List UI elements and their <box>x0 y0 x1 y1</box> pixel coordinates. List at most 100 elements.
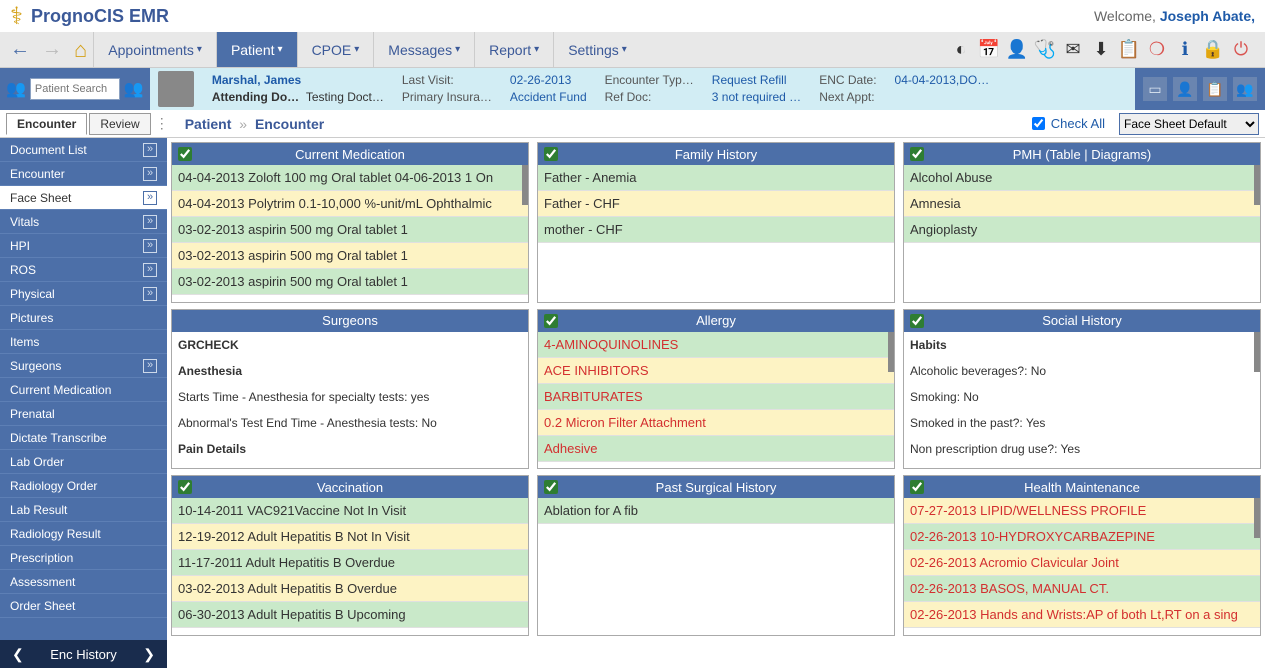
nav-forward-icon[interactable]: → <box>38 36 66 64</box>
pb-icon-1[interactable]: ▭ <box>1143 77 1167 101</box>
data-row[interactable]: GRCHECK <box>172 332 528 358</box>
nav-appointments[interactable]: Appointments▾ <box>93 32 216 67</box>
sidebar-item-items[interactable]: Items <box>0 330 167 354</box>
data-row[interactable]: 03-02-2013 aspirin 500 mg Oral tablet 1 <box>172 217 528 243</box>
sidebar-item-current-medication[interactable]: Current Medication <box>0 378 167 402</box>
scrollbar[interactable] <box>1254 165 1260 205</box>
sidebar-item-prenatal[interactable]: Prenatal <box>0 402 167 426</box>
data-row[interactable]: 07-27-2013 LIPID/WELLNESS PROFILE <box>904 498 1260 524</box>
clipboard-icon[interactable]: 📋 <box>1117 38 1141 62</box>
power-icon[interactable]: ⏻ <box>1229 38 1253 62</box>
patient-search-icon[interactable]: 👥 <box>124 79 144 99</box>
panel-checkbox[interactable] <box>178 480 192 494</box>
data-row[interactable]: Habits <box>904 332 1260 358</box>
sidebar-item-document-list[interactable]: Document List» <box>0 138 167 162</box>
nav-back-icon[interactable]: ← <box>6 36 34 64</box>
tab-review[interactable]: Review <box>89 113 150 135</box>
nav-settings[interactable]: Settings▾ <box>553 32 641 67</box>
panel-checkbox[interactable] <box>544 147 558 161</box>
sidebar-item-radiology-order[interactable]: Radiology Order <box>0 474 167 498</box>
data-row[interactable]: Abnormal's Test End Time - Anesthesia te… <box>172 410 528 436</box>
data-row[interactable]: 02-26-2013 10-HYDROXYCARBAZEPINE <box>904 524 1260 550</box>
sidebar-item-face-sheet[interactable]: Face Sheet» <box>0 186 167 210</box>
sidebar-item-pictures[interactable]: Pictures <box>0 306 167 330</box>
tab-encounter[interactable]: Encounter <box>6 113 87 135</box>
sidebar-item-physical[interactable]: Physical» <box>0 282 167 306</box>
sidebar-item-assessment[interactable]: Assessment <box>0 570 167 594</box>
data-row[interactable]: Smoking: No <box>904 384 1260 410</box>
mail-icon[interactable]: ✉ <box>1061 38 1085 62</box>
data-row[interactable]: 03-02-2013 aspirin 500 mg Oral tablet 1 <box>172 269 528 295</box>
data-row[interactable]: 10-14-2011 VAC921Vaccine Not In Visit <box>172 498 528 524</box>
info-icon[interactable]: ℹ <box>1173 38 1197 62</box>
data-row[interactable]: 03-02-2013 Adult Hepatitis B Overdue <box>172 576 528 602</box>
scrollbar[interactable] <box>888 332 894 372</box>
enc-history-bar[interactable]: ❮ Enc History ❯ <box>0 640 167 668</box>
lock-icon[interactable]: 🔒 <box>1201 38 1225 62</box>
data-row[interactable]: 02-26-2013 Acromio Clavicular Joint <box>904 550 1260 576</box>
sidebar-item-surgeons[interactable]: Surgeons» <box>0 354 167 378</box>
dashboard-icon[interactable]: ◐ <box>949 38 973 62</box>
data-row[interactable]: Angioplasty <box>904 217 1260 243</box>
pb-icon-4[interactable]: 👥 <box>1233 77 1257 101</box>
sidebar-item-hpi[interactable]: HPI» <box>0 234 167 258</box>
chevron-left-icon[interactable]: ❮ <box>12 646 24 663</box>
data-row[interactable]: Alcohol Abuse <box>904 165 1260 191</box>
download-icon[interactable]: ⬇ <box>1089 38 1113 62</box>
scrollbar[interactable] <box>1254 332 1260 372</box>
data-row[interactable]: 11-17-2011 Adult Hepatitis B Overdue <box>172 550 528 576</box>
scrollbar[interactable] <box>522 165 528 205</box>
sidebar-item-dictate-transcribe[interactable]: Dictate Transcribe <box>0 426 167 450</box>
check-all-checkbox[interactable] <box>1032 117 1045 130</box>
data-row[interactable]: Ablation for A fib <box>538 498 894 524</box>
patient-search-input[interactable] <box>30 78 120 100</box>
nav-patient[interactable]: Patient▾ <box>216 32 297 67</box>
pb-icon-3[interactable]: 📋 <box>1203 77 1227 101</box>
sidebar-item-lab-order[interactable]: Lab Order <box>0 450 167 474</box>
data-row[interactable]: ACE INHIBITORS <box>538 358 894 384</box>
panel-checkbox[interactable] <box>178 147 192 161</box>
data-row[interactable]: 04-04-2013 Polytrim 0.1-10,000 %-unit/mL… <box>172 191 528 217</box>
panel-checkbox[interactable] <box>544 480 558 494</box>
pb-icon-2[interactable]: 👤 <box>1173 77 1197 101</box>
patient-name[interactable]: Marshal, James <box>212 72 384 89</box>
sidebar-item-ros[interactable]: ROS» <box>0 258 167 282</box>
sidebar-item-order-sheet[interactable]: Order Sheet <box>0 594 167 618</box>
stethoscope-icon[interactable]: 🩺 <box>1033 38 1057 62</box>
patient-list-icon[interactable]: 👥 <box>6 79 26 99</box>
sidebar-item-vitals[interactable]: Vitals» <box>0 210 167 234</box>
sidebar-item-prescription[interactable]: Prescription <box>0 546 167 570</box>
data-row[interactable]: 02-26-2013 BASOS, MANUAL CT. <box>904 576 1260 602</box>
facesheet-select[interactable]: Face Sheet Default <box>1119 113 1259 135</box>
nav-cpoe[interactable]: CPOE▾ <box>297 32 374 67</box>
data-row[interactable]: Starts Time - Anesthesia for specialty t… <box>172 384 528 410</box>
data-row[interactable]: Pain Details <box>172 436 528 462</box>
panel-checkbox[interactable] <box>544 314 558 328</box>
patient-avatar[interactable] <box>158 71 194 107</box>
scrollbar[interactable] <box>1254 498 1260 538</box>
data-row[interactable]: 06-30-2013 Adult Hepatitis B Upcoming <box>172 602 528 628</box>
data-row[interactable]: Father - Anemia <box>538 165 894 191</box>
data-row[interactable]: 4-AMINOQUINOLINES <box>538 332 894 358</box>
sidebar-item-radiology-result[interactable]: Radiology Result <box>0 522 167 546</box>
home-icon[interactable]: ⌂ <box>74 37 87 63</box>
person-icon[interactable]: 👤 <box>1005 38 1029 62</box>
data-row[interactable]: Non prescription drug use?: Yes <box>904 436 1260 462</box>
data-row[interactable]: Alcoholic beverages?: No <box>904 358 1260 384</box>
nav-messages[interactable]: Messages▾ <box>373 32 474 67</box>
data-row[interactable]: BARBITURATES <box>538 384 894 410</box>
sidebar-item-encounter[interactable]: Encounter» <box>0 162 167 186</box>
data-row[interactable]: 03-02-2013 aspirin 500 mg Oral tablet 1 <box>172 243 528 269</box>
panel-checkbox[interactable] <box>910 480 924 494</box>
data-row[interactable]: 02-26-2013 Hands and Wrists:AP of both L… <box>904 602 1260 628</box>
data-row[interactable]: mother - CHF <box>538 217 894 243</box>
data-row[interactable]: Anesthesia <box>172 358 528 384</box>
check-all-label[interactable]: Check All <box>1051 116 1105 131</box>
data-row[interactable]: Father - CHF <box>538 191 894 217</box>
sidebar-item-lab-result[interactable]: Lab Result <box>0 498 167 522</box>
data-row[interactable]: 0.2 Micron Filter Attachment <box>538 410 894 436</box>
data-row[interactable]: Smoked in the past?: Yes <box>904 410 1260 436</box>
panel-checkbox[interactable] <box>910 147 924 161</box>
tabs-collapse-icon[interactable]: ⋮ <box>155 115 169 132</box>
chevron-right-icon[interactable]: ❯ <box>143 646 155 663</box>
